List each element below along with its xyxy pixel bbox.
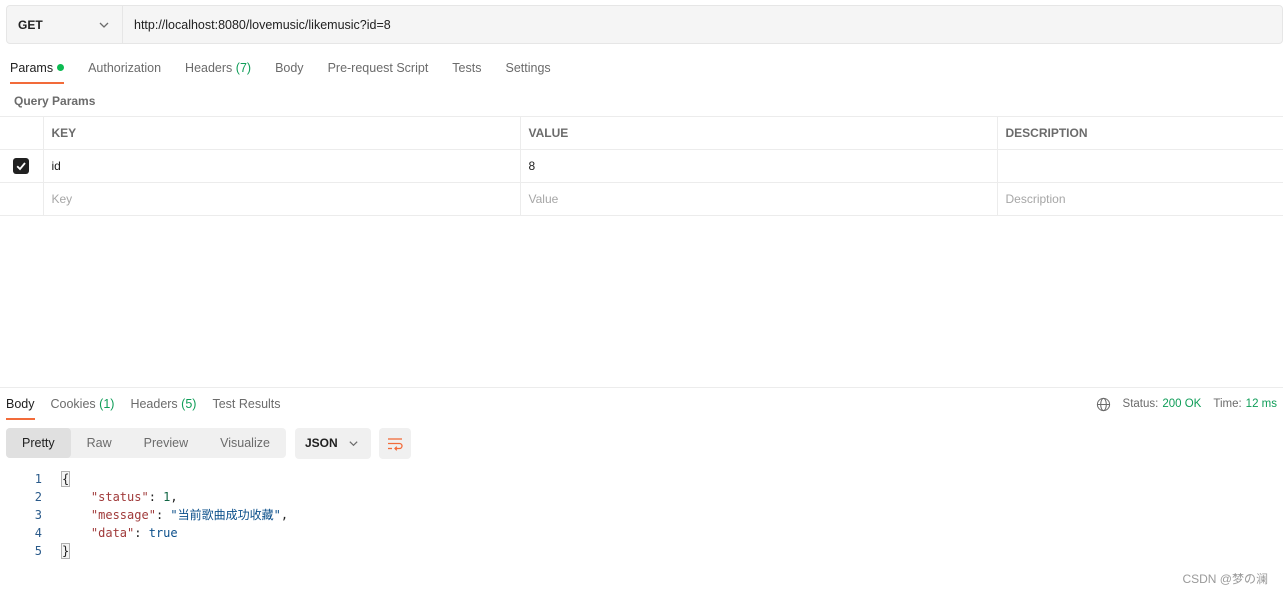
value-column-header: VALUE bbox=[519, 116, 998, 150]
table-row-empty: Key Value Description bbox=[0, 182, 1283, 216]
tab-response-headers[interactable]: Headers (5) bbox=[130, 396, 196, 420]
format-label: JSON bbox=[305, 436, 338, 450]
view-mode-preview[interactable]: Preview bbox=[128, 428, 204, 458]
url-bar: GET bbox=[6, 5, 1283, 44]
response-tabs: Body Cookies (1) Headers (5) Test Result… bbox=[6, 396, 297, 420]
query-params-table: KEY VALUE DESCRIPTION id 8 Key Value Des… bbox=[0, 116, 1283, 216]
close-brace: } bbox=[60, 543, 71, 559]
tab-label: Body bbox=[6, 397, 35, 411]
request-tabs: Params Authorization Headers (7) Body Pr… bbox=[10, 60, 575, 84]
chevron-down-icon bbox=[99, 22, 109, 28]
response-body-code[interactable]: 1{ 2 "status": 1, 3 "message": "当前歌曲成功收藏… bbox=[0, 470, 288, 560]
line-number: 3 bbox=[34, 508, 42, 522]
tab-count: (1) bbox=[99, 397, 115, 411]
line-number: 4 bbox=[34, 526, 42, 540]
tab-body[interactable]: Body bbox=[275, 60, 304, 84]
json-key: "data" bbox=[90, 526, 135, 540]
tab-label: Body bbox=[275, 61, 304, 75]
code-line: 1{ bbox=[0, 470, 288, 488]
json-value: true bbox=[148, 526, 178, 540]
description-placeholder[interactable]: Description bbox=[996, 182, 1283, 216]
wrap-lines-icon bbox=[388, 437, 403, 451]
key-column-header: KEY bbox=[42, 116, 521, 150]
tab-label: Authorization bbox=[88, 61, 162, 75]
tab-authorization[interactable]: Authorization bbox=[88, 60, 161, 84]
description-column-header: DESCRIPTION bbox=[996, 116, 1283, 150]
tab-cookies[interactable]: Cookies (1) bbox=[51, 396, 115, 420]
tab-count: (7) bbox=[235, 61, 252, 75]
checkbox-checked-icon[interactable] bbox=[13, 158, 30, 174]
json-key: "status" bbox=[90, 490, 149, 504]
tab-label: Settings bbox=[505, 61, 551, 75]
tab-label: Params bbox=[10, 61, 54, 75]
tab-params[interactable]: Params bbox=[10, 60, 65, 84]
wrap-lines-button[interactable] bbox=[379, 428, 411, 459]
view-mode-raw[interactable]: Raw bbox=[71, 428, 128, 458]
json-key: "message" bbox=[90, 508, 156, 522]
status-label: Status: bbox=[1122, 398, 1159, 410]
open-brace: { bbox=[60, 471, 71, 487]
tab-label: Test Results bbox=[212, 397, 281, 411]
query-params-title: Query Params bbox=[14, 94, 96, 108]
active-dot-icon bbox=[57, 64, 65, 71]
response-status: Status: 200 OK Time: 12 ms bbox=[1096, 396, 1277, 412]
key-placeholder[interactable]: Key bbox=[42, 182, 521, 216]
value-placeholder[interactable]: Value bbox=[519, 182, 998, 216]
tab-tests[interactable]: Tests bbox=[452, 60, 481, 84]
tab-settings[interactable]: Settings bbox=[505, 60, 550, 84]
code-line: 2 "status": 1, bbox=[0, 488, 288, 506]
tab-label: Cookies bbox=[50, 397, 96, 411]
tab-label: Tests bbox=[452, 61, 482, 75]
row-checkbox-cell bbox=[0, 149, 44, 183]
format-select[interactable]: JSON bbox=[295, 428, 371, 459]
tab-label: Pre-request Script bbox=[327, 61, 429, 75]
tab-label: Headers bbox=[130, 397, 178, 411]
param-key-cell[interactable]: id bbox=[42, 149, 521, 183]
globe-icon[interactable] bbox=[1096, 397, 1111, 412]
tab-count: (5) bbox=[181, 397, 197, 411]
view-mode-pretty[interactable]: Pretty bbox=[6, 428, 71, 458]
pane-divider[interactable] bbox=[0, 387, 1283, 388]
method-label: GET bbox=[18, 17, 43, 32]
time-label: Time: bbox=[1213, 398, 1242, 410]
time-value[interactable]: 12 ms bbox=[1246, 398, 1277, 410]
table-header-row: KEY VALUE DESCRIPTION bbox=[0, 116, 1283, 150]
code-line: 5} bbox=[0, 542, 288, 560]
code-line: 4 "data": true bbox=[0, 524, 288, 542]
param-description-cell[interactable] bbox=[996, 149, 1283, 183]
checkbox-column-header bbox=[0, 116, 44, 150]
tab-pre-request-script[interactable]: Pre-request Script bbox=[328, 60, 429, 84]
row-checkbox-cell-empty bbox=[0, 182, 44, 216]
status-value[interactable]: 200 OK bbox=[1162, 398, 1201, 410]
tab-label: Headers bbox=[185, 61, 233, 75]
tab-response-body[interactable]: Body bbox=[6, 396, 35, 420]
json-value: "当前歌曲成功收藏" bbox=[170, 508, 281, 522]
line-number: 2 bbox=[34, 490, 42, 504]
url-input[interactable] bbox=[123, 6, 1282, 43]
param-value-cell[interactable]: 8 bbox=[519, 149, 998, 183]
code-line: 3 "message": "当前歌曲成功收藏", bbox=[0, 506, 288, 524]
chevron-down-icon bbox=[349, 441, 358, 447]
tab-headers[interactable]: Headers (7) bbox=[185, 60, 251, 84]
watermark: CSDN @梦の澜 bbox=[1182, 572, 1268, 586]
method-select[interactable]: GET bbox=[7, 6, 123, 43]
line-number: 1 bbox=[34, 472, 42, 486]
view-mode-selector: Pretty Raw Preview Visualize bbox=[6, 428, 286, 458]
view-mode-visualize[interactable]: Visualize bbox=[204, 428, 286, 458]
table-row: id 8 bbox=[0, 149, 1283, 183]
line-number: 5 bbox=[34, 544, 42, 558]
tab-test-results[interactable]: Test Results bbox=[212, 396, 280, 420]
